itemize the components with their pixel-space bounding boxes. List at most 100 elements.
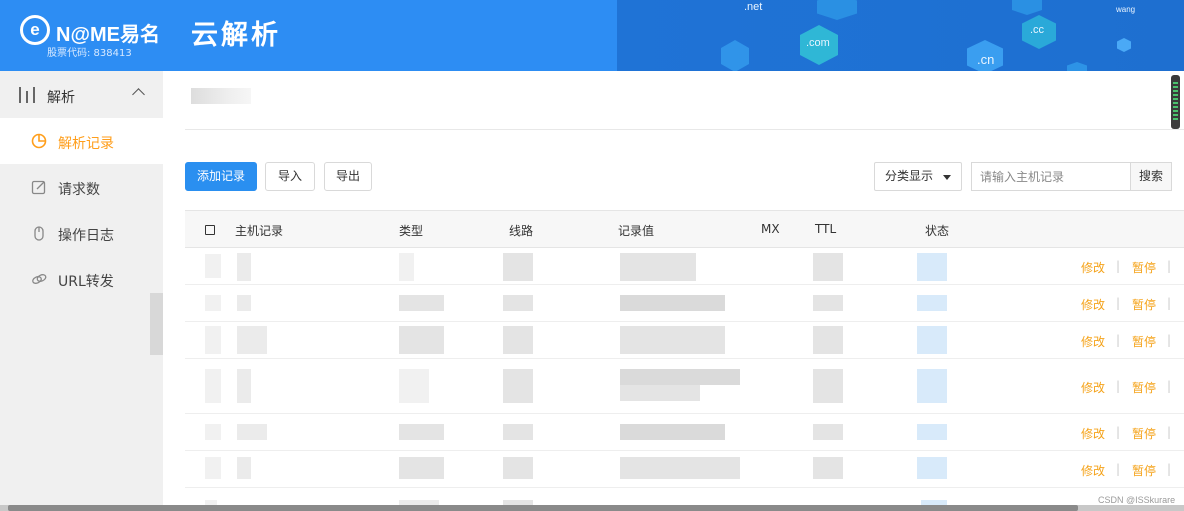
column-header-type[interactable]: 类型: [399, 222, 423, 239]
edit-link[interactable]: 修改: [1081, 425, 1105, 442]
edit-link[interactable]: 修改: [1081, 462, 1105, 479]
status-redacted: [917, 457, 947, 479]
separator: |: [1167, 259, 1172, 273]
sidebar-item-url-forward[interactable]: URL转发: [0, 256, 163, 302]
redacted-cell: [620, 369, 740, 385]
top-header: e N@ME易名 股票代码: 838413 云解析 .net .com .cn …: [0, 0, 1184, 71]
separator: |: [1116, 379, 1121, 393]
pause-link[interactable]: 暂停: [1132, 462, 1156, 479]
pause-link[interactable]: 暂停: [1132, 333, 1156, 350]
redacted-cell: [205, 424, 221, 440]
sidebar-item-operation-log[interactable]: 操作日志: [0, 210, 163, 256]
pause-link[interactable]: 暂停: [1132, 259, 1156, 276]
status-redacted: [917, 369, 947, 403]
redacted-cell: [399, 326, 444, 354]
table-row: 修改 | 暂停 |: [185, 248, 1184, 285]
chevron-up-icon[interactable]: [132, 88, 145, 101]
hex-decoration: [1117, 38, 1131, 52]
redacted-cell: [813, 253, 843, 281]
separator: |: [1116, 333, 1121, 347]
status-redacted: [917, 253, 947, 281]
separator: |: [1116, 462, 1121, 476]
import-button[interactable]: 导入: [265, 162, 315, 191]
redacted-cell: [205, 254, 221, 278]
horizontal-scrollbar[interactable]: [0, 505, 1184, 511]
separator: |: [1167, 462, 1172, 476]
category-select[interactable]: 分类显示: [874, 162, 962, 191]
redacted-cell: [503, 369, 533, 403]
redacted-cell: [205, 457, 221, 479]
hex-decoration: [721, 40, 749, 71]
host-search-input[interactable]: [971, 162, 1131, 191]
redacted-cell: [205, 295, 221, 311]
scroll-widget[interactable]: [1171, 75, 1180, 129]
search-button[interactable]: 搜索: [1130, 162, 1172, 191]
redacted-cell: [503, 253, 533, 281]
redacted-cell: [205, 326, 221, 354]
link-icon: [32, 274, 47, 284]
hex-decoration: [817, 0, 857, 20]
status-redacted: [917, 295, 947, 311]
table-row: 修改 | 暂停 |: [185, 322, 1184, 359]
pause-link[interactable]: 暂停: [1132, 296, 1156, 313]
edit-link[interactable]: 修改: [1081, 296, 1105, 313]
edit-link[interactable]: 修改: [1081, 379, 1105, 396]
sidebar-group-label: 解析: [47, 90, 75, 106]
tld-label: .com: [806, 37, 830, 49]
category-select-value: 分类显示: [885, 169, 934, 183]
column-header-line[interactable]: 线路: [509, 222, 533, 239]
sidebar-item-label: 解析记录: [58, 136, 114, 152]
column-header-ttl[interactable]: TTL: [815, 222, 836, 236]
tld-label: .cn: [977, 52, 995, 67]
app-window: e N@ME易名 股票代码: 838413 云解析 .net .com .cn …: [0, 0, 1184, 511]
column-header-value[interactable]: 记录值: [618, 222, 654, 239]
tld-label: wang: [1116, 5, 1136, 14]
redacted-cell: [237, 253, 251, 281]
sidebar-item-dns-records[interactable]: 解析记录: [0, 118, 163, 164]
separator: |: [1167, 333, 1172, 347]
redacted-cell: [205, 369, 221, 403]
add-record-button[interactable]: 添加记录: [185, 162, 257, 191]
edit-link[interactable]: 修改: [1081, 333, 1105, 350]
redacted-cell: [813, 424, 843, 440]
sliders-icon: [18, 87, 36, 103]
separator: |: [1167, 379, 1172, 393]
redacted-cell: [813, 369, 843, 403]
redacted-cell: [503, 457, 533, 479]
blurred-region: [150, 293, 163, 355]
redacted-cell: [620, 253, 696, 281]
column-header-mx[interactable]: MX: [761, 222, 780, 236]
mouse-icon: [34, 226, 44, 241]
sidebar-item-label: 请求数: [58, 182, 100, 198]
separator: |: [1116, 425, 1121, 439]
redacted-cell: [399, 369, 429, 403]
pause-link[interactable]: 暂停: [1132, 425, 1156, 442]
redacted-cell: [237, 295, 251, 311]
status-redacted: [917, 424, 947, 440]
separator: |: [1167, 296, 1172, 310]
header-decoration: .net .com .cn .cc wang: [617, 0, 1184, 71]
pie-chart-icon: [31, 133, 47, 149]
sidebar-item-requests[interactable]: 请求数: [0, 164, 163, 210]
sidebar: 解析 解析记录 请求数 操作日志 URL转发: [0, 71, 163, 511]
select-all-checkbox[interactable]: [205, 225, 215, 235]
sidebar-group-dns[interactable]: 解析: [0, 71, 163, 119]
main-content: 添加记录 导入 导出 分类显示 搜索 主机记录 类型 线路 记录值 MX TTL…: [163, 71, 1184, 511]
separator: |: [1167, 425, 1172, 439]
logo-mark-icon: e: [20, 15, 50, 45]
redacted-cell: [399, 295, 444, 311]
app-title: 云解析: [191, 20, 281, 51]
edit-link[interactable]: 修改: [1081, 259, 1105, 276]
column-header-host[interactable]: 主机记录: [235, 222, 283, 239]
redacted-cell: [620, 326, 725, 354]
table-row: 修改 | 暂停 |: [185, 285, 1184, 322]
sidebar-item-label: URL转发: [58, 274, 114, 290]
redacted-cell: [237, 369, 251, 403]
separator: |: [1116, 259, 1121, 273]
column-header-status[interactable]: 状态: [925, 222, 949, 239]
scrollbar-thumb[interactable]: [8, 505, 1078, 511]
divider: [185, 129, 1184, 130]
export-button[interactable]: 导出: [324, 162, 372, 191]
pause-link[interactable]: 暂停: [1132, 379, 1156, 396]
redacted-cell: [813, 326, 843, 354]
